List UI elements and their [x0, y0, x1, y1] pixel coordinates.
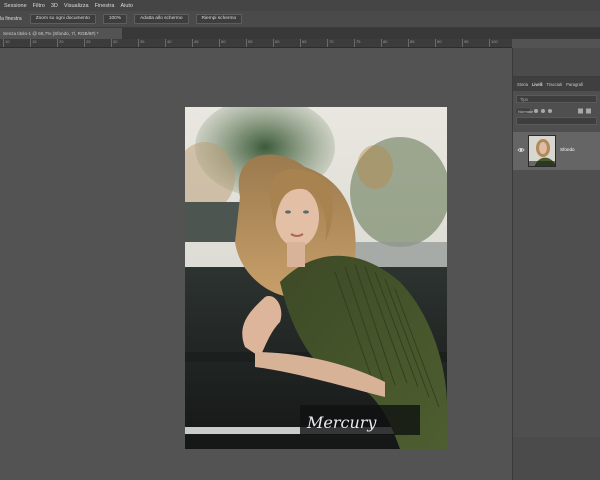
fit-screen-label: Adatta allo schermo	[140, 16, 183, 21]
ruler-label: 75	[356, 39, 361, 44]
horizontal-ruler[interactable]: 10 15 20 25 30 35 40 45 50 55 60 65 70 75 80 85 90 95 100	[0, 39, 512, 48]
ruler-label: 20	[59, 39, 64, 44]
ruler-label: 70	[329, 39, 334, 44]
ruler-label: 65	[302, 39, 307, 44]
ruler-tick	[138, 39, 139, 47]
ruler-tick	[408, 39, 409, 47]
ruler-label: 60	[275, 39, 280, 44]
ruler-label: 100	[491, 39, 498, 44]
ruler-tick	[462, 39, 463, 47]
lock-position-icon	[541, 109, 545, 113]
ruler-label: 45	[194, 39, 199, 44]
lock-all-icon	[548, 109, 552, 113]
resize-windows-label: la finestra	[0, 16, 22, 22]
resize-windows-option[interactable]: la finestra	[0, 16, 22, 22]
ruler-label: 25	[86, 39, 91, 44]
layer-name: Sfondo	[560, 147, 575, 152]
lock-pixels-icon	[534, 109, 538, 113]
ruler-tick	[30, 39, 31, 47]
menu-item-aiuto[interactable]: Aiuto	[120, 3, 133, 9]
ruler-tick	[84, 39, 85, 47]
tab-livelli[interactable]: Livelli	[532, 82, 542, 87]
menu-item-filtro[interactable]: Filtro	[33, 3, 45, 9]
zoom-100-button[interactable]: 100%	[102, 14, 128, 24]
document-image[interactable]: Mercury	[185, 107, 447, 449]
menu-item-finestra[interactable]: Finestra	[95, 3, 115, 9]
menu-item-3d[interactable]: 3D	[51, 3, 58, 9]
layer-controls-icons: Normale	[515, 107, 591, 115]
zoom-all-windows-checkbox[interactable]: Zoom su ogni documento	[29, 14, 96, 24]
new-layer-icon	[578, 108, 583, 114]
car-badge-text: Mercury	[306, 413, 377, 432]
ruler-tick	[435, 39, 436, 47]
ruler-label: 80	[383, 39, 388, 44]
document-tab[interactable]: Senza titolo-1 @ 66,7% (Sfondo, 7/, RGB/…	[0, 28, 122, 39]
zoom-value: 100%	[108, 16, 122, 21]
ruler-label: 90	[437, 39, 442, 44]
zoom-all-label: Zoom su ogni documento	[35, 16, 90, 21]
ruler-label: 30	[113, 39, 118, 44]
ruler-label: 95	[464, 39, 469, 44]
layer-thumbnail	[528, 135, 556, 167]
ruler-tick	[246, 39, 247, 47]
ruler-label: 10	[5, 39, 10, 44]
ruler-tick	[381, 39, 382, 47]
ruler-tick	[57, 39, 58, 47]
fill-screen-label: Riempi schermo	[201, 16, 237, 21]
document-tab-bar: Senza titolo-1 @ 66,7% (Sfondo, 7/, RGB/…	[0, 28, 600, 39]
document-tab-title: Senza titolo-1 @ 66,7% (Sfondo, 7/, RGB/…	[3, 31, 99, 36]
ruler-tick	[165, 39, 166, 47]
tab-storia[interactable]: Storia	[517, 82, 528, 87]
tab-paragrafi[interactable]: Paragrafi	[566, 82, 583, 87]
menu-item-sessione[interactable]: Sessione	[4, 3, 27, 9]
ruler-label: 85	[410, 39, 415, 44]
ruler-label: 50	[221, 39, 226, 44]
layers-panel: Storia Livelli Tracciati Paragrafi Tipo …	[513, 76, 600, 437]
layer-filter-placeholder: Tipo	[520, 97, 528, 102]
ruler-label: 35	[140, 39, 145, 44]
layer-row-background[interactable]: Sfondo	[513, 132, 600, 170]
ruler-label: 55	[248, 39, 253, 44]
ruler-tick	[192, 39, 193, 47]
ruler-tick	[354, 39, 355, 47]
layer-controls-row: Normale	[515, 107, 597, 115]
ruler-tick	[327, 39, 328, 47]
ruler-tick	[300, 39, 301, 47]
ruler-tick	[3, 39, 4, 47]
menu-item-visualizza[interactable]: Visualizza	[64, 3, 89, 9]
blend-mode-value: Normale	[518, 109, 534, 114]
panel-tabs: Storia Livelli Tracciati Paragrafi	[513, 77, 600, 91]
opacity-row[interactable]	[516, 117, 597, 125]
ruler-tick	[489, 39, 490, 47]
tab-tracciati[interactable]: Tracciati	[546, 82, 562, 87]
fill-screen-button[interactable]: Riempi schermo	[195, 14, 243, 24]
ruler-label: 40	[167, 39, 172, 44]
trash-icon	[586, 108, 591, 114]
fit-screen-button[interactable]: Adatta allo schermo	[134, 14, 189, 24]
ruler-tick	[111, 39, 112, 47]
portrait-photo: Mercury	[185, 107, 447, 449]
visibility-eye-icon[interactable]	[517, 146, 525, 154]
ruler-label: 15	[32, 39, 37, 44]
layer-filter-input[interactable]: Tipo	[516, 95, 597, 103]
options-bar: la finestra Zoom su ogni documento 100% …	[0, 11, 600, 28]
ruler-tick	[219, 39, 220, 47]
ruler-tick	[273, 39, 274, 47]
